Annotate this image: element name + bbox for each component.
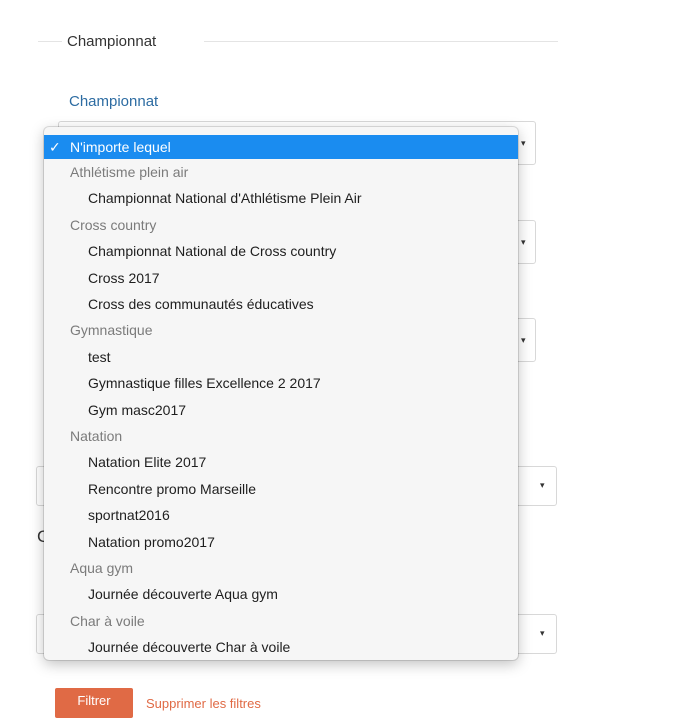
- chevron-down-icon: ▾: [521, 237, 526, 247]
- championnat-field-label: Championnat: [69, 93, 159, 110]
- fieldset-divider-left: [38, 41, 62, 42]
- filter-button[interactable]: Filtrer: [55, 688, 133, 718]
- chevron-down-icon: ▾: [521, 335, 526, 345]
- championnat-dropdown-menu: ✓ N'importe lequel Athlétisme plein air C…: [44, 127, 518, 660]
- dropdown-option[interactable]: test: [44, 345, 518, 369]
- dropdown-option[interactable]: Natation promo2017: [44, 530, 518, 554]
- chevron-down-icon: ▾: [521, 138, 526, 148]
- dropdown-option[interactable]: Cross des communautés éducatives: [44, 292, 518, 316]
- dropdown-group-label: Char à voile: [70, 612, 145, 629]
- dropdown-group-label: Aqua gym: [70, 560, 134, 576]
- dropdown-group-label: Natation: [70, 428, 123, 444]
- fieldset-legend: Championnat: [67, 33, 157, 50]
- dropdown-option[interactable]: sportnat2016: [44, 503, 518, 527]
- dropdown-option[interactable]: Journée découverte Char à voile: [44, 635, 518, 659]
- dropdown-group-label: Athlétisme plein air: [70, 164, 189, 180]
- dropdown-option[interactable]: Rencontre promo Marseille: [44, 477, 518, 501]
- dropdown-option[interactable]: Natation Elite 2017: [44, 450, 518, 474]
- clear-filters-link[interactable]: Supprimer les filtres: [146, 696, 261, 711]
- fieldset-divider-right: [204, 41, 558, 42]
- dropdown-option-selected[interactable]: ✓ N'importe lequel: [44, 135, 518, 159]
- dropdown-option[interactable]: Journée découverte Aqua gym: [44, 582, 518, 606]
- checkmark-icon: ✓: [49, 139, 61, 155]
- dropdown-option[interactable]: Gym masc2017: [44, 398, 518, 422]
- dropdown-option[interactable]: Gymnastique filles Excellence 2 2017: [44, 371, 518, 395]
- dropdown-option-label: N'importe lequel: [70, 139, 171, 155]
- dropdown-option[interactable]: Cross 2017: [44, 266, 518, 290]
- dropdown-option[interactable]: Championnat National de Cross country: [44, 239, 518, 263]
- dropdown-option[interactable]: Championnat National d'Athlétisme Plein …: [44, 186, 518, 210]
- dropdown-group-label: Gymnastique: [70, 322, 153, 339]
- chevron-down-icon: ▾: [540, 628, 545, 638]
- dropdown-group-label: Cross country: [70, 216, 157, 233]
- chevron-down-icon: ▾: [540, 480, 545, 490]
